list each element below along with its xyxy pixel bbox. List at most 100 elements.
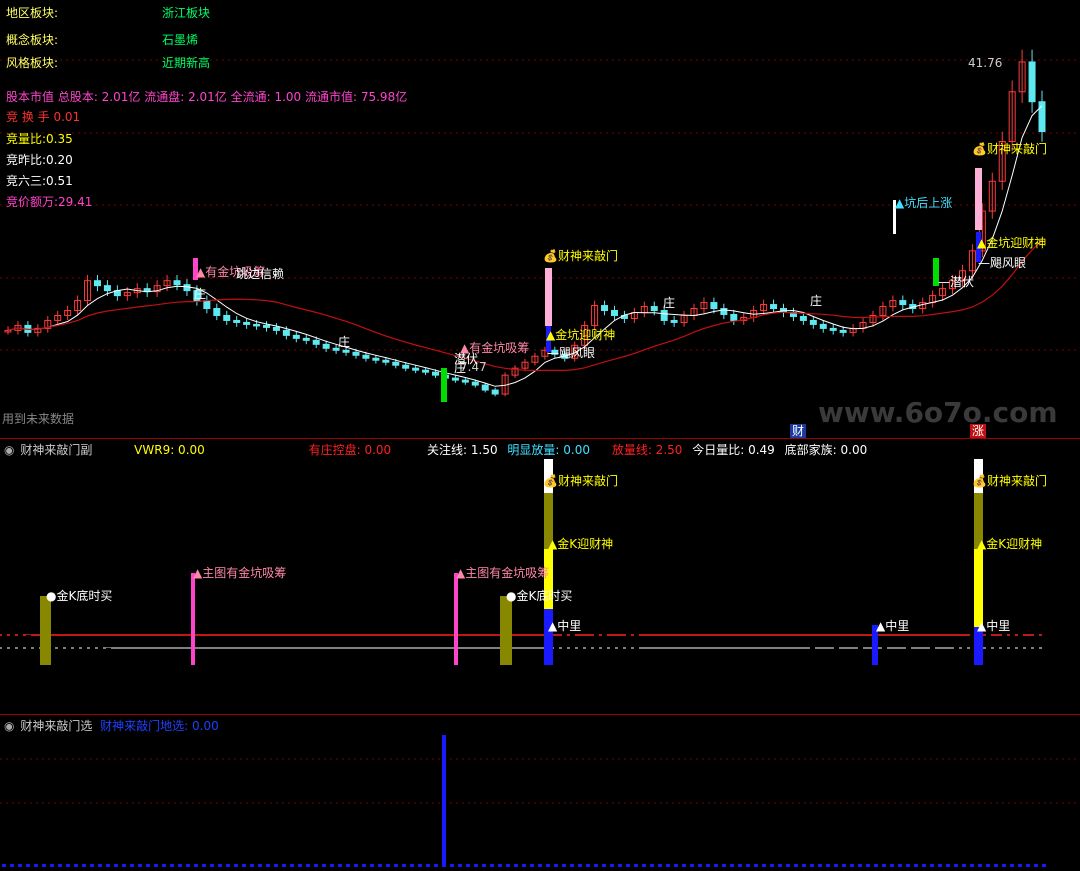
filter-dot xyxy=(1002,864,1006,867)
candle-body xyxy=(382,359,390,363)
filter-dot xyxy=(354,864,358,867)
indicator-bar xyxy=(482,657,487,665)
indicator-collapse-icon[interactable]: ◉ xyxy=(4,443,14,457)
filter-dot xyxy=(338,864,342,867)
candle-body xyxy=(213,308,221,316)
filter-dot xyxy=(466,864,470,867)
filter-dot xyxy=(330,864,334,867)
indicator-bar xyxy=(146,665,151,674)
indicator-bar xyxy=(634,627,639,665)
indicator-bar xyxy=(490,657,495,665)
candle-body xyxy=(670,319,678,323)
filter-dot xyxy=(1026,864,1030,867)
indicator-bar xyxy=(658,665,663,683)
ind-jinri-liangbi: 今日量比: 0.49 xyxy=(692,443,775,457)
candle-body xyxy=(312,339,320,345)
indicator-bar xyxy=(194,665,199,676)
caishen-bar-ind-1d xyxy=(544,609,553,665)
zhutu-bar-2 xyxy=(454,573,458,665)
filter-dot xyxy=(818,864,822,867)
candle-body xyxy=(770,304,778,310)
filter-dot xyxy=(730,864,734,867)
jinK-bar-2 xyxy=(500,596,512,665)
indicator-bar xyxy=(418,659,423,665)
anno-zhuang-2: 庄 xyxy=(338,335,351,349)
indicator-bar xyxy=(1026,640,1031,665)
indicator-bar xyxy=(402,662,407,665)
indicator-bar xyxy=(18,633,23,665)
ind-anno-jinK-2: ●金K底时买 xyxy=(506,589,573,603)
filter-dot xyxy=(346,864,350,867)
filter-dot xyxy=(314,864,318,867)
filter-dot xyxy=(194,864,198,867)
filter-dot xyxy=(986,864,990,867)
indicator-bar xyxy=(610,645,615,665)
filter-collapse-icon[interactable]: ◉ xyxy=(4,719,14,733)
filter-dot xyxy=(522,864,526,867)
high-price-label: 41.76 xyxy=(968,56,1003,70)
candle-body xyxy=(809,319,817,325)
filter-dot xyxy=(170,864,174,867)
filter-dot xyxy=(778,864,782,867)
ind-anno-zhutu-1: ▲主图有金坑吸筹 xyxy=(193,566,287,580)
region-sector: 地区板块: xyxy=(6,6,59,20)
indicator-bar xyxy=(154,657,159,665)
indicator-bar xyxy=(946,651,951,665)
indicator-bar xyxy=(714,665,719,680)
filter-dot xyxy=(458,864,462,867)
filter-dot xyxy=(674,864,678,867)
indicator-bar xyxy=(938,655,943,665)
indicator-bar xyxy=(810,647,815,665)
indicator-bar xyxy=(762,665,767,686)
filter-dot xyxy=(42,864,46,867)
filter-dot xyxy=(666,864,670,867)
ind-anno-zhutu-2: ▲主图有金坑吸筹 xyxy=(456,566,550,580)
indicator-bar xyxy=(602,627,607,665)
indicator-bar xyxy=(578,645,583,665)
ind-anno-jinK-1: ●金K底时买 xyxy=(46,589,113,603)
caishen-bar-ind-2c xyxy=(974,549,983,627)
ind-dibu-jiazu: 底部家族: 0.00 xyxy=(784,443,868,457)
filter-dot xyxy=(962,864,966,867)
filter-dot xyxy=(410,864,414,867)
indicator-bar xyxy=(242,665,247,669)
filter-dot xyxy=(930,864,934,867)
filter-dot xyxy=(418,864,422,867)
filter-dot xyxy=(850,864,854,867)
indicator-bar xyxy=(98,646,103,665)
indicator-bar xyxy=(746,665,751,680)
candle-body xyxy=(491,389,499,395)
indicator-bar xyxy=(1010,612,1015,665)
filter-dot xyxy=(98,864,102,867)
indicator-bar xyxy=(706,665,711,677)
ind-fangliang-line: 放量线: 2.50 xyxy=(611,443,683,457)
filter-dot xyxy=(594,864,598,867)
indicator-bar xyxy=(330,660,335,665)
indicator-bar xyxy=(922,651,927,665)
indicator-bar xyxy=(82,644,87,665)
filter-dot xyxy=(746,864,750,867)
indicator-bar xyxy=(698,665,703,686)
filter-dot xyxy=(74,864,78,867)
ind-zhuang-kongpan: 有庄控盘: 0.00 xyxy=(308,443,392,457)
filter-dot xyxy=(258,864,262,867)
ind-anno-zhongli-1: ▲中里 xyxy=(548,619,582,633)
filter-dot xyxy=(618,864,622,867)
indicator-bar xyxy=(58,640,63,665)
candle-body xyxy=(93,280,101,287)
indicator-bar xyxy=(682,665,687,680)
candle-body xyxy=(1028,61,1036,103)
candle-body xyxy=(610,310,618,316)
candle-body xyxy=(362,354,370,359)
filter-dot xyxy=(298,864,302,867)
indicator-bar xyxy=(274,657,279,665)
filter-dot xyxy=(898,864,902,867)
filter-dot xyxy=(234,864,238,867)
main-price-panel: 地区板块: 浙江板块 概念板块: 石墨烯 风格板块: 近期新高 股本市值 总股本… xyxy=(0,0,1080,438)
filter-dot xyxy=(602,864,606,867)
indicator-bar xyxy=(850,651,855,665)
filter-dot xyxy=(178,864,182,867)
indicator-bar xyxy=(170,665,175,671)
filter-dot xyxy=(978,864,982,867)
filter-dot xyxy=(770,864,774,867)
